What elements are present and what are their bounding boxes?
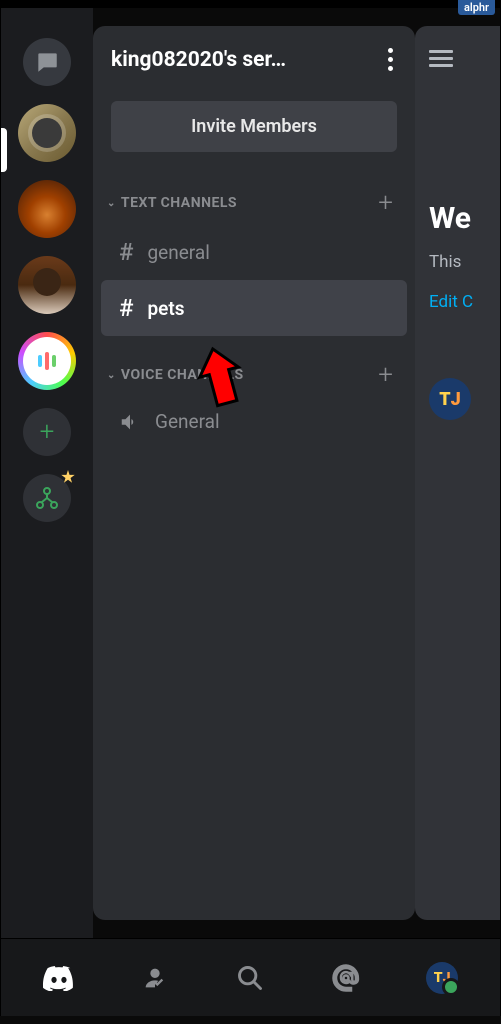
nav-search-button[interactable] [225, 964, 275, 992]
direct-messages-button[interactable] [23, 38, 71, 86]
user-avatar-badge[interactable]: TJ [429, 378, 471, 420]
speaker-icon [119, 411, 141, 433]
friends-icon [141, 964, 169, 992]
channel-label: General [155, 410, 220, 433]
more-vertical-icon [388, 48, 393, 71]
nav-friends-button[interactable] [130, 964, 180, 992]
add-text-channel-button[interactable]: + [374, 188, 397, 218]
voice-channels-category[interactable]: ⌄ VOICE CHANNELS [107, 367, 244, 383]
plus-icon: + [378, 360, 393, 390]
channel-general-voice[interactable]: General [101, 396, 407, 447]
hub-tree-icon [35, 486, 59, 510]
channel-label: general [147, 241, 209, 264]
server-avatar-3[interactable] [18, 256, 76, 314]
add-voice-channel-button[interactable]: + [374, 360, 397, 390]
hub-icon [23, 337, 71, 385]
channel-list-panel: king082020's ser… Invite Members ⌄ TEXT … [93, 26, 415, 920]
menu-button[interactable] [429, 50, 500, 67]
chevron-down-icon: ⌄ [107, 370, 116, 381]
chat-bubble-icon [34, 49, 60, 75]
hash-icon: # [119, 238, 133, 266]
server-name-header[interactable]: king082020's ser… [111, 48, 286, 72]
plus-icon: + [40, 417, 55, 447]
category-label: TEXT CHANNELS [121, 195, 237, 211]
selected-server-indicator [1, 128, 7, 172]
edit-channel-link[interactable]: Edit C [429, 292, 500, 312]
server-rail: + [1, 8, 93, 938]
invite-members-button[interactable]: Invite Members [111, 101, 397, 152]
watermark-badge: alphr [458, 0, 495, 15]
chevron-down-icon: ⌄ [107, 198, 116, 209]
server-avatar-1[interactable] [18, 104, 76, 162]
nav-profile-button[interactable]: TJ [417, 962, 467, 994]
mentions-icon [331, 963, 361, 993]
server-options-button[interactable] [384, 44, 397, 75]
add-server-button[interactable]: + [23, 408, 71, 456]
channel-pets[interactable]: # pets [101, 280, 407, 336]
chat-view-peek: We This Edit C TJ [415, 26, 500, 920]
category-label: VOICE CHANNELS [121, 367, 244, 383]
discord-logo-icon [42, 965, 76, 991]
hub-server[interactable] [18, 332, 76, 390]
welcome-subtitle: This [429, 252, 500, 272]
user-avatar-icon: TJ [426, 962, 458, 994]
discover-servers-button[interactable] [23, 474, 71, 522]
text-channels-category[interactable]: ⌄ TEXT CHANNELS [107, 195, 237, 211]
channel-general-text[interactable]: # general [101, 224, 407, 280]
nav-home-button[interactable] [34, 965, 84, 991]
bottom-navigation: TJ [0, 938, 501, 1016]
channel-label: pets [147, 297, 184, 320]
welcome-heading: We [429, 201, 500, 236]
plus-icon: + [378, 188, 393, 218]
hash-icon: # [119, 294, 133, 322]
search-icon [236, 964, 264, 992]
server-avatar-2[interactable] [18, 180, 76, 238]
nav-mentions-button[interactable] [321, 963, 371, 993]
